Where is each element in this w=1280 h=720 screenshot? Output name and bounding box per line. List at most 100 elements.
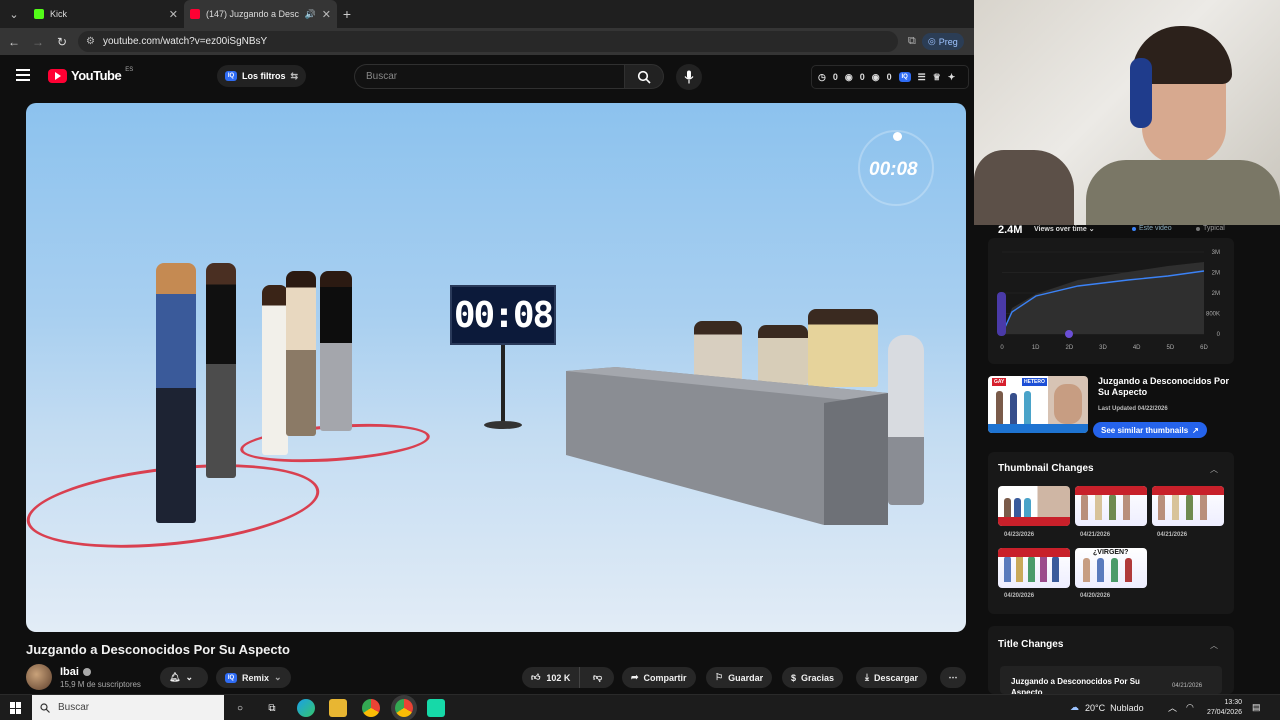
- like-button[interactable]: 👍︎ 102 K: [522, 667, 580, 688]
- y-tick-label: 2M: [1212, 291, 1220, 297]
- assistant-label: Preg: [938, 36, 958, 47]
- edge-icon[interactable]: [297, 699, 315, 717]
- thumbnail-version[interactable]: ¿VIRGEN?: [1075, 548, 1147, 588]
- contestant: [286, 271, 316, 436]
- cast-icon[interactable]: ⧉: [908, 35, 916, 48]
- thumbnail-version[interactable]: [998, 486, 1070, 526]
- thumbs-up-icon: 👍︎: [531, 672, 541, 682]
- info-thumbnail[interactable]: GAY HETERO: [988, 376, 1088, 433]
- weather-widget[interactable]: ☁ 20°C Nublado: [1070, 695, 1144, 720]
- assistant-icon: ◎: [927, 36, 936, 46]
- y-tick-label: 3M: [1212, 250, 1220, 256]
- legend-typical: Typical: [1196, 225, 1225, 232]
- thumbnail-version[interactable]: [998, 548, 1070, 588]
- dislike-button[interactable]: 👎︎: [585, 672, 602, 683]
- search-icon: [40, 702, 50, 713]
- chrome-active-icon[interactable]: [395, 699, 413, 717]
- sparkle-icon[interactable]: ✦: [948, 72, 956, 83]
- tab-kick[interactable]: Kick ✕: [28, 0, 184, 28]
- tag-hetero: HETERO: [1022, 378, 1047, 386]
- wifi-icon[interactable]: ◠: [1186, 695, 1194, 720]
- bell-icon: 🔔︎: [169, 672, 181, 682]
- tab-search-icon[interactable]: ⌄: [0, 0, 28, 28]
- voice-search-button[interactable]: [676, 64, 702, 90]
- search-input[interactable]: Buscar: [354, 64, 624, 89]
- eye-off-icon[interactable]: ◉: [872, 72, 880, 83]
- time-text: 13:30: [1224, 699, 1242, 706]
- thumbnail-version[interactable]: [1075, 486, 1147, 526]
- collapse-icon[interactable]: ︿: [1210, 640, 1218, 651]
- save-button[interactable]: ⚐ Guardar: [706, 667, 773, 688]
- thumb-figure: [1158, 494, 1165, 520]
- iq-extension-icon[interactable]: IQ: [898, 72, 911, 82]
- back-icon[interactable]: ←: [2, 35, 26, 49]
- new-tab-button[interactable]: +: [337, 6, 357, 22]
- channel-name[interactable]: Ibai: [60, 666, 91, 678]
- webcam-background-clothes: [974, 150, 1074, 225]
- windows-start-icon[interactable]: [10, 702, 22, 714]
- channel-avatar[interactable]: [26, 664, 52, 690]
- overlay-timer: 00:08: [869, 159, 918, 180]
- speaker-icon[interactable]: 🔊: [305, 9, 316, 20]
- thumb-band: [998, 548, 1070, 557]
- close-tab-icon[interactable]: ✕: [322, 8, 331, 21]
- notifications-icon[interactable]: ▤: [1252, 695, 1261, 720]
- verified-icon: [82, 668, 91, 676]
- close-tab-icon[interactable]: ✕: [169, 8, 178, 21]
- youtube-logo[interactable]: YouTube ES: [48, 67, 133, 83]
- file-explorer-icon[interactable]: [329, 699, 347, 717]
- list-icon[interactable]: ☰: [918, 72, 926, 83]
- see-similar-label: See similar thumbnails: [1101, 425, 1189, 435]
- thumb-figure: [1186, 494, 1193, 520]
- thumbs-down-icon: 👎︎: [593, 672, 603, 682]
- video-player[interactable]: 00:08 00:08: [26, 103, 966, 632]
- forward-icon[interactable]: →: [26, 35, 50, 49]
- tray-chevron-icon[interactable]: ︿: [1168, 695, 1177, 720]
- see-similar-thumbnails-button[interactable]: See similar thumbnails ↗: [1093, 422, 1207, 438]
- headphones-icon: [1130, 58, 1152, 128]
- chevron-down-icon: ⌄: [185, 672, 193, 682]
- info-card-title: Juzgando a Desconocidos Por Su Aspecto: [1098, 376, 1230, 397]
- webcam-overlay: [974, 0, 1280, 225]
- remix-button[interactable]: IQ Remix ⌄: [216, 667, 291, 688]
- site-settings-icon[interactable]: ⚙: [86, 36, 95, 47]
- thanks-button[interactable]: $ Gracias: [782, 667, 844, 688]
- clock[interactable]: 13:30 27/04/2026: [1198, 698, 1242, 718]
- search-button[interactable]: [624, 64, 664, 89]
- notification-bell-button[interactable]: 🔔︎ ⌄: [160, 667, 208, 688]
- app-icon[interactable]: [427, 699, 445, 717]
- youtube-play-icon: [48, 68, 67, 83]
- sliders-icon: ⇆: [290, 70, 299, 81]
- search-placeholder: Buscar: [366, 71, 398, 82]
- thumbnail-version[interactable]: [1152, 486, 1224, 526]
- y-tick-label: 800K: [1206, 312, 1220, 318]
- chrome-icon[interactable]: [362, 699, 380, 717]
- thumb-figure: [1095, 492, 1102, 520]
- task-view-icon[interactable]: ⧉: [263, 699, 281, 717]
- trophy-icon[interactable]: ♕: [933, 72, 941, 83]
- download-button[interactable]: ⤓ Descargar: [856, 667, 928, 688]
- eye-icon[interactable]: ◉: [845, 72, 853, 83]
- legend-label: Typical: [1203, 225, 1225, 232]
- menu-icon[interactable]: [16, 69, 30, 81]
- legend-this-video: Este video: [1132, 225, 1172, 232]
- thumb-figure: [1052, 556, 1059, 582]
- tag-gay: GAY: [992, 378, 1007, 386]
- x-tick-label: 2D: [1065, 345, 1073, 351]
- bookmark-icon: ⚐: [715, 672, 724, 682]
- taskbar-search-input[interactable]: Buscar: [32, 695, 224, 720]
- address-bar[interactable]: ⚙ youtube.com/watch?v=ez00iSgNBsY: [78, 31, 898, 52]
- reload-icon[interactable]: ↻: [50, 35, 74, 49]
- assistant-button[interactable]: ◎ Preg: [921, 33, 964, 50]
- y-tick-label: 0: [1217, 332, 1221, 338]
- more-actions-button[interactable]: ⋯: [940, 667, 966, 688]
- thumbnail-changes-title: Thumbnail Changes: [998, 463, 1094, 474]
- filters-button[interactable]: IQ Los filtros ⇆: [217, 65, 307, 87]
- clock-icon[interactable]: ◷: [818, 72, 826, 83]
- share-button[interactable]: ➦ Compartir: [622, 667, 696, 688]
- collapse-icon[interactable]: ︿: [1210, 464, 1218, 475]
- cortana-icon[interactable]: ○: [231, 699, 249, 717]
- thumb-band: [988, 424, 1088, 433]
- tab-youtube[interactable]: (147) Juzgando a Desconoc 🔊 ✕: [184, 0, 337, 28]
- views-selector[interactable]: Views over time ⌄: [1034, 225, 1095, 233]
